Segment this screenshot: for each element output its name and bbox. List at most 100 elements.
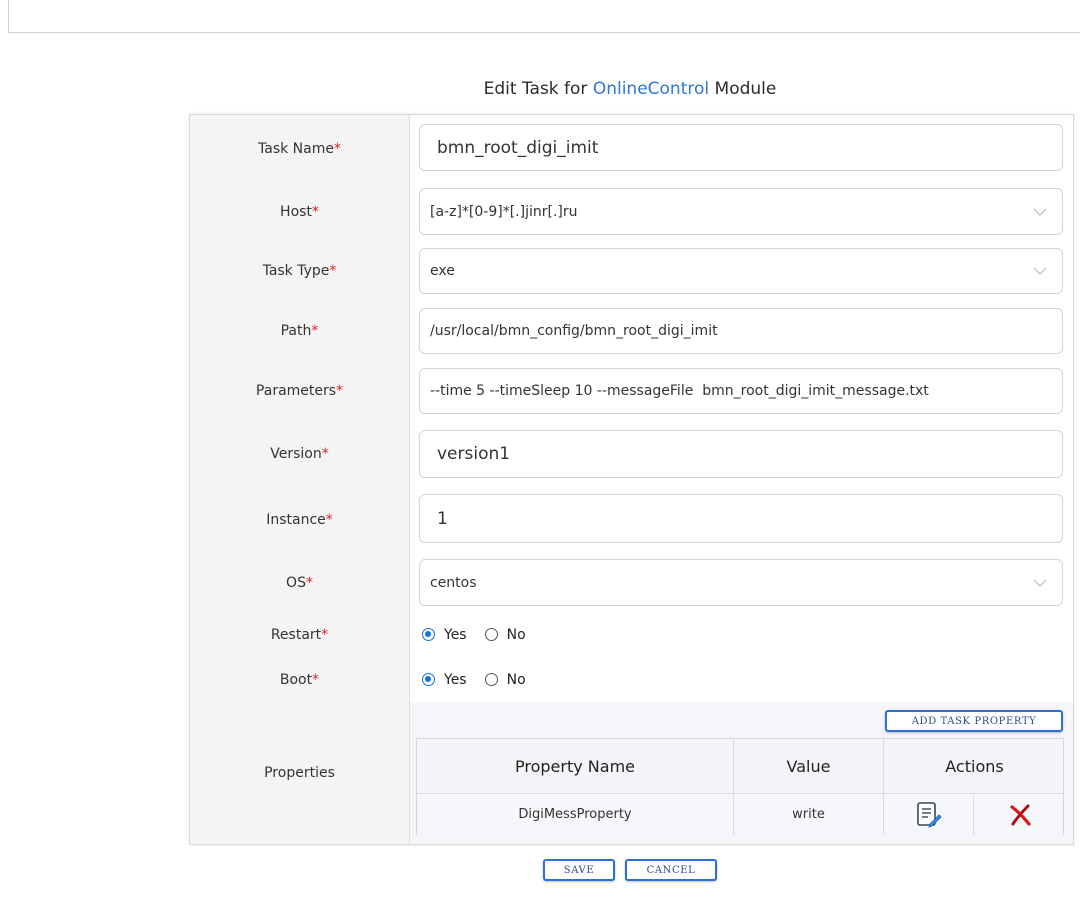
required-mark: * [311, 323, 319, 339]
boot-yes-radio[interactable] [422, 673, 435, 686]
save-button[interactable]: SAVE [543, 859, 615, 881]
top-panel [8, 0, 1080, 33]
chevron-down-icon [1033, 578, 1047, 587]
label-text: Restart [270, 626, 322, 643]
label-text: Instance [266, 511, 326, 528]
required-mark: * [333, 140, 341, 157]
cancel-button[interactable]: CANCEL [625, 859, 717, 881]
row-version: Version * version1 [190, 421, 1073, 487]
row-task-name: Task Name * bmn_root_digi_imit [190, 115, 1073, 183]
host-cell: [a-z]*[0-9]*[.]jinr[.]ru [410, 182, 1073, 241]
boot-no-radio[interactable] [484, 673, 498, 686]
column-header-property-name: Property Name [417, 739, 734, 793]
required-mark: * [336, 383, 344, 399]
restart-cell: Yes No [410, 612, 1073, 657]
edit-document-icon[interactable] [916, 801, 942, 829]
delete-cell [974, 794, 1065, 835]
required-mark: * [305, 574, 313, 591]
label-text: Version [270, 445, 322, 462]
version-value: version1 [437, 444, 511, 464]
version-label: Version * [190, 421, 410, 486]
property-value-cell: write [734, 794, 884, 835]
title-suffix: Module [709, 79, 777, 99]
boot-radio-group: Yes No [422, 657, 544, 702]
task-name-input[interactable]: bmn_root_digi_imit [419, 124, 1063, 171]
properties-table: Property Name Value Actions DigiMessProp… [416, 738, 1064, 835]
form-actions: SAVE CANCEL [0, 859, 1080, 881]
task-type-value: exe [430, 263, 455, 279]
parameters-input[interactable]: --time 5 --timeSleep 10 --messageFile bm… [419, 368, 1063, 414]
path-value: /usr/local/bmn_config/bmn_root_digi_imit [430, 323, 718, 339]
required-mark: * [311, 203, 319, 220]
column-header-actions: Actions [945, 756, 1004, 776]
row-task-type: Task Type * exe [190, 241, 1073, 302]
chevron-down-icon [1033, 267, 1047, 276]
label-text: Task Name [258, 140, 334, 157]
required-mark: * [321, 445, 329, 462]
task-form: Task Name * bmn_root_digi_imit Host * [a-z… [189, 114, 1074, 845]
restart-radio-group: Yes No [422, 612, 544, 657]
label-text: Parameters [255, 383, 337, 399]
restart-yes-label: Yes [444, 626, 467, 643]
instance-label: Instance * [190, 486, 410, 553]
restart-yes-radio[interactable] [422, 628, 435, 641]
os-label: OS * [190, 553, 410, 612]
task-type-select[interactable]: exe [419, 248, 1063, 294]
page-title: Edit Task for OnlineControl Module [0, 79, 1080, 99]
task-name-label: Task Name * [190, 115, 410, 182]
required-mark: * [329, 263, 337, 279]
row-os: OS * centos [190, 553, 1073, 613]
boot-label: Boot * [190, 657, 410, 702]
required-mark: * [321, 626, 329, 643]
task-name-cell: bmn_root_digi_imit [410, 115, 1073, 182]
row-properties: Properties ADD TASK PROPERTY Property Na… [190, 702, 1073, 844]
label-text: Path [280, 323, 312, 339]
instance-value: 1 [437, 508, 448, 529]
boot-yes-label: Yes [444, 671, 467, 688]
os-select[interactable]: centos [419, 559, 1063, 606]
row-parameters: Parameters * --time 5 --timeSleep 10 --me… [190, 361, 1073, 422]
column-header-value: Value [734, 739, 884, 793]
task-name-value: bmn_root_digi_imit [437, 137, 599, 158]
delete-x-icon[interactable] [1008, 803, 1032, 827]
version-input[interactable]: version1 [419, 430, 1063, 478]
row-host: Host * [a-z]*[0-9]*[.]jinr[.]ru [190, 182, 1073, 242]
properties-label: Properties [190, 702, 410, 844]
title-prefix: Edit Task for [483, 79, 593, 99]
task-type-cell: exe [410, 241, 1073, 301]
version-cell: version1 [410, 421, 1073, 486]
label-text: OS [286, 574, 306, 591]
restart-no-radio[interactable] [484, 628, 498, 641]
property-name-cell: DigiMessProperty [417, 794, 734, 835]
label-text: Host [280, 203, 312, 220]
required-mark: * [312, 671, 320, 688]
row-boot: Boot * Yes No [190, 657, 1073, 703]
restart-no-label: No [506, 626, 526, 643]
parameters-label: Parameters * [190, 361, 410, 421]
parameters-value: --time 5 --timeSleep 10 --messageFile bm… [430, 383, 929, 399]
instance-input[interactable]: 1 [419, 494, 1063, 543]
label-text: Task Type [262, 263, 330, 279]
row-restart: Restart * Yes No [190, 612, 1073, 658]
label-text: Properties [264, 765, 335, 781]
task-type-label: Task Type * [190, 241, 410, 301]
properties-cell: ADD TASK PROPERTY Property Name Value Ac… [410, 702, 1073, 844]
table-row: DigiMessProperty write [417, 794, 1063, 835]
restart-label: Restart * [190, 612, 410, 657]
properties-table-header: Property Name Value Actions [417, 739, 1063, 794]
path-label: Path * [190, 301, 410, 361]
row-path: Path * /usr/local/bmn_config/bmn_root_dig… [190, 301, 1073, 362]
boot-cell: Yes No [410, 657, 1073, 702]
add-task-property-button[interactable]: ADD TASK PROPERTY [885, 710, 1063, 732]
os-cell: centos [410, 553, 1073, 612]
path-cell: /usr/local/bmn_config/bmn_root_digi_imit [410, 301, 1073, 361]
edit-cell [884, 794, 974, 835]
host-select[interactable]: [a-z]*[0-9]*[.]jinr[.]ru [419, 188, 1063, 235]
chevron-down-icon [1033, 207, 1047, 216]
path-input[interactable]: /usr/local/bmn_config/bmn_root_digi_imit [419, 308, 1063, 354]
row-instance: Instance * 1 [190, 486, 1073, 554]
host-value: [a-z]*[0-9]*[.]jinr[.]ru [430, 203, 578, 220]
os-value: centos [430, 574, 477, 591]
instance-cell: 1 [410, 486, 1073, 553]
host-label: Host * [190, 182, 410, 241]
